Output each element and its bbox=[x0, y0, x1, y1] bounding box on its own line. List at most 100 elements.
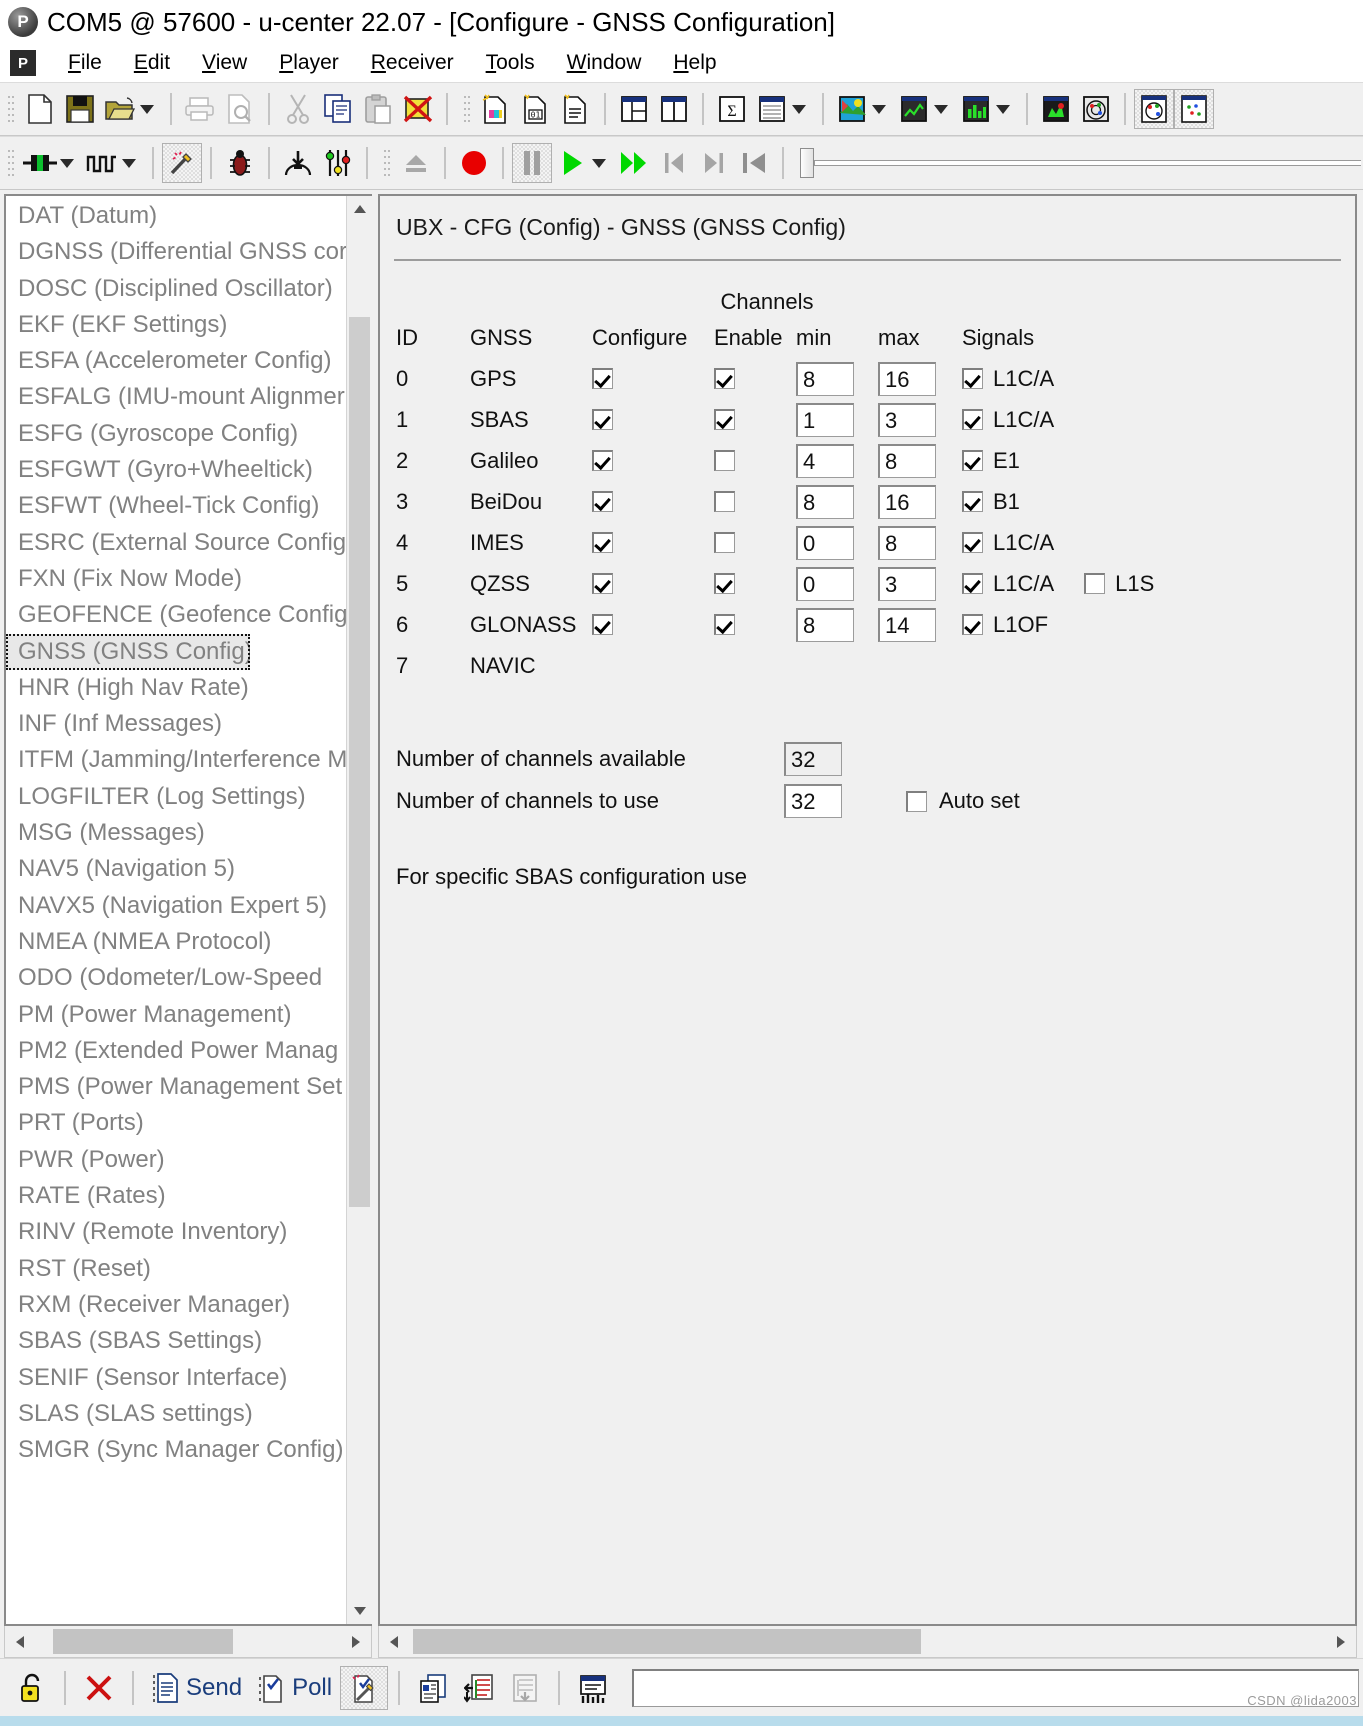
step-back-icon[interactable] bbox=[654, 143, 694, 183]
split-view-vertical-icon[interactable] bbox=[654, 89, 694, 129]
max-channels-input[interactable]: 16 bbox=[878, 361, 936, 396]
menu-item-layer[interactable]: Player bbox=[263, 51, 355, 75]
sidebar-item[interactable]: EKF (EKF Settings) bbox=[6, 307, 346, 343]
max-channels-input[interactable]: 3 bbox=[878, 566, 936, 601]
signal-primary-checkbox[interactable] bbox=[962, 368, 983, 389]
chart-dropdown-arrow[interactable] bbox=[934, 104, 948, 114]
sidebar-item[interactable]: MSG (Messages) bbox=[6, 815, 346, 851]
menu-item-eceiver[interactable]: Receiver bbox=[355, 51, 470, 75]
download-icon[interactable] bbox=[278, 143, 318, 183]
menu-item-elp[interactable]: Help bbox=[657, 51, 732, 75]
save-icon[interactable] bbox=[60, 89, 100, 129]
channels-use-input[interactable]: 32 bbox=[784, 784, 842, 818]
sidebar-item[interactable]: PM2 (Extended Power Manag bbox=[6, 1033, 346, 1069]
eject-icon[interactable] bbox=[396, 143, 436, 183]
sidebar-item[interactable]: SBAS (SBAS Settings) bbox=[6, 1323, 346, 1359]
table-dropdown-arrow[interactable] bbox=[792, 104, 806, 114]
sidebar-item[interactable]: LOGFILTER (Log Settings) bbox=[6, 779, 346, 815]
open-dropdown-arrow[interactable] bbox=[140, 104, 154, 114]
config-scroll-track[interactable] bbox=[409, 1626, 1326, 1657]
sidebar-item[interactable]: NAV5 (Navigation 5) bbox=[6, 851, 346, 887]
unlock-icon[interactable] bbox=[10, 1666, 54, 1710]
sidebar-item[interactable]: PWR (Power) bbox=[6, 1142, 346, 1178]
min-channels-input[interactable]: 8 bbox=[796, 607, 854, 642]
max-channels-input[interactable]: 8 bbox=[878, 525, 936, 560]
player-position-slider[interactable] bbox=[800, 147, 1361, 179]
map-dropdown-arrow[interactable] bbox=[872, 104, 886, 114]
play-dropdown-arrow[interactable] bbox=[592, 158, 606, 168]
list-horizontal-scrollbar[interactable] bbox=[4, 1626, 372, 1658]
toolbar-grip[interactable] bbox=[383, 148, 391, 178]
play-icon[interactable] bbox=[552, 143, 592, 183]
cut-icon[interactable] bbox=[278, 89, 318, 129]
config-scroll-right-button[interactable] bbox=[1326, 1626, 1356, 1657]
configure-checkbox[interactable] bbox=[592, 491, 613, 512]
sidebar-item[interactable]: SLAS (SLAS settings) bbox=[6, 1396, 346, 1432]
print-icon[interactable] bbox=[180, 89, 220, 129]
sidebar-item[interactable]: ITFM (Jamming/Interference M bbox=[6, 742, 346, 778]
sidebar-item-selected[interactable]: GNSS (GNSS Config) bbox=[6, 633, 250, 670]
scroll-track-horizontal[interactable] bbox=[35, 1626, 341, 1657]
sidebar-item[interactable]: ESFG (Gyroscope Config) bbox=[6, 416, 346, 452]
sidebar-item[interactable]: SMGR (Sync Manager Config) bbox=[6, 1432, 346, 1468]
configure-checkbox[interactable] bbox=[592, 614, 613, 635]
write-flash-icon[interactable] bbox=[570, 1666, 618, 1710]
scroll-down-button[interactable] bbox=[347, 1598, 372, 1624]
configure-checkbox[interactable] bbox=[592, 450, 613, 471]
scroll-track[interactable] bbox=[347, 222, 372, 1598]
min-channels-input[interactable]: 0 bbox=[796, 566, 854, 601]
print-preview-icon[interactable] bbox=[220, 89, 260, 129]
sidebar-item[interactable]: PMS (Power Management Set bbox=[6, 1069, 346, 1105]
auto-set-group[interactable]: Auto set bbox=[906, 788, 1020, 814]
baudrate-icon[interactable] bbox=[82, 143, 122, 183]
max-channels-input[interactable]: 14 bbox=[878, 607, 936, 642]
sidebar-item[interactable]: DGNSS (Differential GNSS cor bbox=[6, 234, 346, 270]
sidebar-item[interactable]: NMEA (NMEA Protocol) bbox=[6, 924, 346, 960]
table-view-icon[interactable] bbox=[752, 89, 792, 129]
sidebar-item[interactable]: ESFWT (Wheel-Tick Config) bbox=[6, 488, 346, 524]
enable-checkbox[interactable] bbox=[714, 409, 735, 430]
signal-primary-checkbox[interactable] bbox=[962, 573, 983, 594]
config-scroll-thumb[interactable] bbox=[413, 1629, 921, 1654]
export-config-icon[interactable] bbox=[502, 1666, 548, 1710]
new-config-color-icon[interactable] bbox=[476, 89, 516, 129]
enable-checkbox[interactable] bbox=[714, 450, 735, 471]
enable-checkbox[interactable] bbox=[714, 532, 735, 553]
step-forward-icon[interactable] bbox=[694, 143, 734, 183]
debug-bug-icon[interactable] bbox=[220, 143, 260, 183]
sidebar-item[interactable]: NAVX5 (Navigation Expert 5) bbox=[6, 888, 346, 924]
toolbar-grip[interactable] bbox=[463, 94, 471, 124]
split-view-horizontal-icon[interactable] bbox=[614, 89, 654, 129]
config-message-list[interactable]: DAT (Datum) DGNSS (Differential GNSS cor D… bbox=[6, 196, 346, 1624]
auto-set-checkbox[interactable] bbox=[906, 790, 927, 812]
player-slider-thumb[interactable] bbox=[800, 148, 814, 178]
signal-primary-checkbox[interactable] bbox=[962, 532, 983, 553]
open-folder-icon[interactable] bbox=[100, 89, 140, 129]
toolbar-grip[interactable] bbox=[7, 94, 15, 124]
sidebar-item[interactable]: GEOFENCE (Geofence Config) bbox=[6, 597, 346, 633]
connection-icon[interactable] bbox=[20, 143, 60, 183]
sidebar-item[interactable]: RINV (Remote Inventory) bbox=[6, 1214, 346, 1250]
fast-forward-icon[interactable] bbox=[614, 143, 654, 183]
min-channels-input[interactable]: 8 bbox=[796, 361, 854, 396]
signal-secondary-checkbox[interactable] bbox=[1084, 573, 1106, 594]
autoconfig-wand-icon[interactable] bbox=[162, 143, 202, 183]
signal-primary-checkbox[interactable] bbox=[962, 450, 983, 471]
config-scroll-left-button[interactable] bbox=[379, 1626, 409, 1657]
import-config-icon[interactable] bbox=[456, 1666, 502, 1710]
sidebar-item[interactable]: ESFA (Accelerometer Config) bbox=[6, 343, 346, 379]
enable-checkbox[interactable] bbox=[714, 573, 735, 594]
sidebar-item[interactable]: ODO (Odometer/Low-Speed bbox=[6, 960, 346, 996]
toolbar-grip[interactable] bbox=[7, 148, 15, 178]
configure-checkbox[interactable] bbox=[592, 368, 613, 389]
min-channels-input[interactable]: 0 bbox=[796, 525, 854, 560]
poll-button[interactable]: Poll bbox=[250, 1666, 340, 1710]
sidebar-item[interactable]: PM (Power Management) bbox=[6, 997, 346, 1033]
configure-checkbox[interactable] bbox=[592, 573, 613, 594]
histogram-view-icon[interactable] bbox=[956, 89, 996, 129]
sky-view-icon[interactable] bbox=[1076, 89, 1116, 129]
min-channels-input[interactable]: 4 bbox=[796, 443, 854, 478]
satellite-signal-icon[interactable] bbox=[1036, 89, 1076, 129]
new-text-icon[interactable] bbox=[556, 89, 596, 129]
chart-view-icon[interactable] bbox=[894, 89, 934, 129]
